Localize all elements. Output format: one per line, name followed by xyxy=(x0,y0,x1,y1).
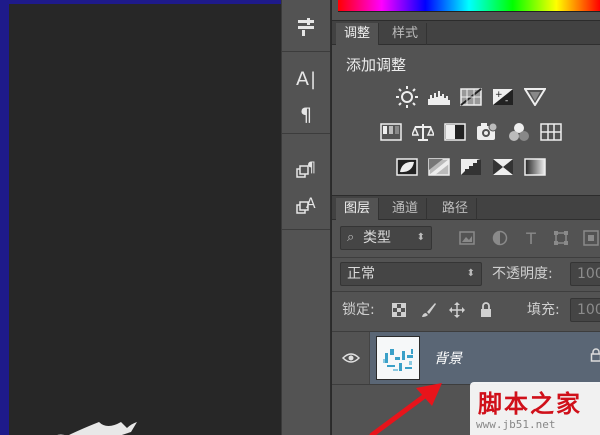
lock-position-move-icon[interactable] xyxy=(448,301,466,319)
opacity-label: 不透明度: xyxy=(492,266,553,282)
dock-group-text: A | ¶ xyxy=(282,52,330,134)
paragraph-styles-icon[interactable]: ¶ xyxy=(292,156,320,182)
properties-icon[interactable] xyxy=(292,14,320,40)
dock-group-styles: ¶ A xyxy=(282,134,330,230)
tab-paths[interactable]: 路径 xyxy=(434,198,478,220)
filter-shape-icon[interactable] xyxy=(552,229,570,247)
character-icon[interactable]: A | xyxy=(292,66,320,92)
eye-icon xyxy=(341,353,360,363)
separator xyxy=(332,257,600,258)
curves-icon[interactable] xyxy=(459,86,483,108)
paragraph-glyph: ¶ xyxy=(299,104,313,126)
svg-text:-: - xyxy=(505,96,508,106)
photo-filter-icon[interactable] xyxy=(475,121,499,143)
posterize-icon[interactable] xyxy=(427,156,451,178)
collapsed-panel-dock: A | ¶ ¶ A xyxy=(281,0,331,435)
adjustments-panel: 调整 样式 添加调整 + - xyxy=(332,20,600,192)
color-balance-icon[interactable] xyxy=(411,121,435,143)
hue-saturation-icon[interactable] xyxy=(379,121,403,143)
invert-icon[interactable] xyxy=(395,156,419,178)
layers-tabbar: 图层 通道 路径 xyxy=(332,196,600,220)
blend-mode-select[interactable]: 正常 ⬍ xyxy=(340,262,482,286)
tab-adjustments[interactable]: 调整 xyxy=(336,23,380,45)
filter-type-icon[interactable]: T xyxy=(522,229,540,248)
canvas-artwork xyxy=(57,422,137,435)
layer-filter-select[interactable]: ⌕ 类型 ⬍ xyxy=(340,226,432,250)
layer-name[interactable]: 背景 xyxy=(434,348,462,368)
filter-pixel-icon[interactable] xyxy=(458,229,476,247)
layer-filter-kind: 类型 xyxy=(363,230,391,246)
svg-text:A: A xyxy=(306,196,316,212)
lock-label: 锁定: xyxy=(342,302,375,318)
updown-arrows-icon: ⬍ xyxy=(466,268,475,279)
threshold-icon[interactable] xyxy=(459,156,483,178)
watermark: 脚本之家 www.jb51.net xyxy=(470,382,600,435)
layer-thumbnail[interactable] xyxy=(376,336,420,380)
lock-transparent-icon[interactable] xyxy=(390,301,408,319)
blend-mode-value: 正常 xyxy=(347,266,375,282)
updown-arrows-icon: ⬍ xyxy=(416,232,425,243)
filter-adjustment-icon[interactable] xyxy=(491,229,509,247)
right-panels: 调整 样式 添加调整 + - 图层 通道 路径 ⌕ 类型 ⬍ T 正常 ⬍ 不透… xyxy=(332,0,600,435)
color-lookup-icon[interactable] xyxy=(539,121,563,143)
levels-icon[interactable] xyxy=(427,86,451,108)
tab-layers[interactable]: 图层 xyxy=(336,198,380,220)
brightness-contrast-icon[interactable] xyxy=(395,86,419,108)
fill-input[interactable]: 100 xyxy=(570,298,600,322)
exposure-icon[interactable]: + - xyxy=(491,86,515,108)
annotation-arrow-icon xyxy=(369,383,442,435)
tab-channels[interactable]: 通道 xyxy=(384,198,428,220)
opacity-input[interactable]: 100 xyxy=(570,262,600,286)
gradient-map-icon[interactable] xyxy=(523,156,547,178)
layer-row[interactable]: 背景 xyxy=(332,331,600,385)
lock-image-brush-icon[interactable] xyxy=(420,301,438,319)
lock-all-icon[interactable] xyxy=(477,301,495,319)
adjustments-tabbar: 调整 样式 xyxy=(332,21,600,45)
filter-smart-object-icon[interactable] xyxy=(582,229,600,247)
separator xyxy=(332,291,600,292)
tab-styles[interactable]: 样式 xyxy=(384,23,428,45)
fill-label: 填充: xyxy=(527,302,560,318)
watermark-title: 脚本之家 xyxy=(478,389,582,418)
channel-mixer-icon[interactable] xyxy=(507,121,531,143)
search-icon: ⌕ xyxy=(347,230,355,245)
paragraph-icon[interactable]: ¶ xyxy=(292,102,320,128)
watermark-url: www.jb51.net xyxy=(476,418,556,431)
black-white-icon[interactable] xyxy=(443,121,467,143)
svg-text:+: + xyxy=(495,90,503,100)
document-canvas[interactable] xyxy=(0,0,281,435)
layer-lock-icon xyxy=(590,348,600,362)
vibrance-icon[interactable] xyxy=(523,86,547,108)
selective-color-icon[interactable] xyxy=(491,156,515,178)
color-spectrum-bar[interactable] xyxy=(338,0,600,12)
character-glyph: A xyxy=(295,68,309,90)
layer-visibility-toggle[interactable] xyxy=(332,332,370,384)
dock-group-properties xyxy=(282,0,330,52)
adjustments-title: 添加调整 xyxy=(346,56,407,74)
character-styles-icon[interactable]: A xyxy=(292,192,320,218)
svg-text:¶: ¶ xyxy=(307,160,316,176)
